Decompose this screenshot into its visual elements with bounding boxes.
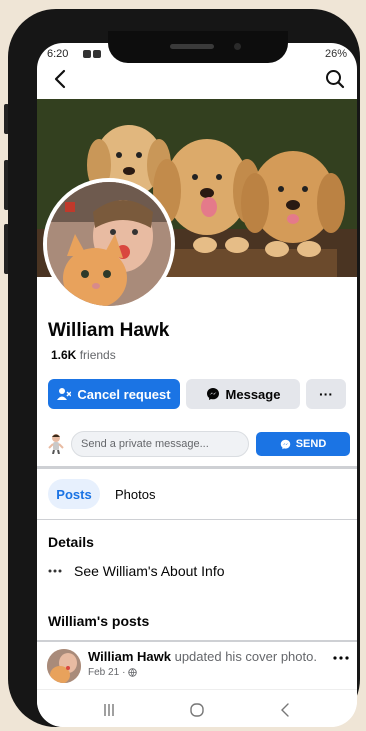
- home-icon: [190, 703, 204, 717]
- posts-divider: [37, 640, 357, 642]
- private-message-row: Send a private message... SEND: [37, 431, 357, 457]
- profile-avatar[interactable]: [43, 178, 175, 310]
- details-heading: Details: [48, 534, 94, 550]
- messenger-icon: [206, 388, 219, 400]
- camera-notch: [108, 31, 288, 63]
- message-label: Message: [225, 386, 281, 402]
- back-nav-icon: [281, 703, 289, 717]
- status-time: 6:20: [47, 48, 69, 60]
- post-headline: William Hawk updated his cover photo.: [88, 649, 328, 664]
- home-button[interactable]: [185, 698, 209, 722]
- send-button[interactable]: SEND: [256, 432, 350, 456]
- post-author-avatar[interactable]: [47, 649, 81, 683]
- post-options-button[interactable]: [333, 647, 349, 663]
- friends-label: friends: [79, 348, 116, 362]
- messenger-send-icon: [280, 439, 290, 449]
- post-meta-separator: ·: [122, 667, 126, 678]
- add-friend-icon: [57, 388, 72, 400]
- system-nav-bar: [37, 689, 357, 727]
- tabs-divider: [37, 519, 357, 520]
- private-message-input[interactable]: Send a private message...: [71, 431, 249, 457]
- friends-count[interactable]: 1.6K friends: [51, 348, 116, 362]
- post-author-name[interactable]: William Hawk: [88, 649, 171, 664]
- screen: 6:20 26% William Hawk 1.6K friends Cance…: [37, 43, 357, 727]
- back-button[interactable]: [49, 67, 73, 91]
- notification-icons: [83, 49, 105, 58]
- recent-apps-icon: [104, 704, 114, 716]
- globe-icon: [128, 668, 138, 677]
- post-more-icon: [333, 656, 349, 660]
- back-arrow-icon: [54, 69, 66, 89]
- cancel-request-button[interactable]: Cancel request: [48, 379, 180, 409]
- back-nav-button[interactable]: [273, 698, 297, 722]
- send-label: SEND: [295, 438, 327, 450]
- post-action-text: updated his cover photo.: [174, 649, 317, 664]
- profile-picture-image: [47, 182, 171, 306]
- search-button[interactable]: [323, 67, 347, 91]
- post-meta: Feb 21 ·: [88, 667, 138, 678]
- post-avatar-image: [47, 649, 81, 683]
- posts-heading: William's posts: [48, 613, 150, 629]
- more-options-button[interactable]: ···: [306, 379, 346, 409]
- friends-number: 1.6K: [51, 348, 77, 362]
- post-date[interactable]: Feb 21: [88, 667, 119, 678]
- message-button[interactable]: Message: [186, 379, 300, 409]
- sender-avatar-icon: [48, 434, 64, 454]
- speaker-grille: [170, 44, 214, 49]
- cancel-request-label: Cancel request: [77, 386, 171, 402]
- search-icon: [326, 70, 345, 89]
- battery-level: 26%: [324, 48, 347, 60]
- phone-shell: 6:20 26% William Hawk 1.6K friends Cance…: [8, 9, 360, 727]
- tab-posts[interactable]: Posts: [48, 479, 100, 509]
- about-info-link[interactable]: See William's About Info: [48, 563, 225, 579]
- profile-name: William Hawk: [48, 320, 170, 341]
- more-options-label: ···: [319, 386, 333, 402]
- recent-apps-button[interactable]: [97, 698, 121, 722]
- more-dots-icon: [48, 569, 62, 573]
- section-divider: [37, 466, 357, 469]
- tab-photos[interactable]: Photos: [115, 479, 159, 509]
- about-info-label: See William's About Info: [74, 563, 225, 579]
- front-camera: [234, 43, 241, 50]
